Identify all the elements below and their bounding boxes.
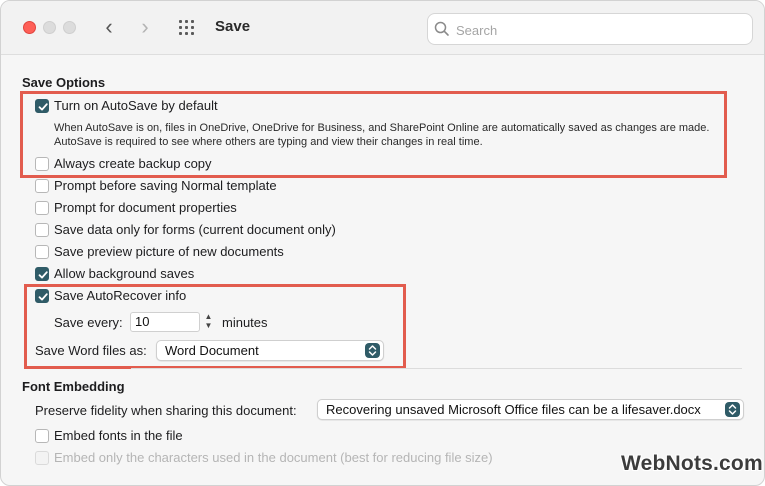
save-every-stepper[interactable]: ▲ ▼ xyxy=(202,312,215,332)
font-embedding-heading: Font Embedding xyxy=(22,379,125,394)
embed-only-used-checkbox xyxy=(35,451,49,465)
prompt-properties-label: Prompt for document properties xyxy=(54,200,237,215)
search-field[interactable] xyxy=(427,13,753,45)
forms-data-label: Save data only for forms (current docume… xyxy=(54,222,336,237)
minutes-label: minutes xyxy=(222,315,268,330)
backup-copy-checkbox[interactable] xyxy=(35,157,49,171)
show-all-grid-icon[interactable] xyxy=(179,20,197,38)
forward-arrow-icon[interactable]: › xyxy=(134,15,156,41)
embed-fonts-checkbox[interactable] xyxy=(35,429,49,443)
fidelity-document-value: Recovering unsaved Microsoft Office file… xyxy=(326,402,701,417)
background-saves-label: Allow background saves xyxy=(54,266,195,281)
backup-copy-label: Always create backup copy xyxy=(54,156,212,171)
section-divider xyxy=(131,368,742,369)
checkmark-icon xyxy=(38,293,48,301)
save-every-input[interactable]: 10 xyxy=(130,312,200,332)
autorecover-checkbox[interactable] xyxy=(35,289,49,303)
prompt-normal-template-checkbox[interactable] xyxy=(35,179,49,193)
save-options-heading: Save Options xyxy=(22,75,106,90)
autorecover-label: Save AutoRecover info xyxy=(54,288,187,303)
autosave-label: Turn on AutoSave by default xyxy=(54,98,218,113)
save-format-label: Save Word files as: xyxy=(35,343,147,358)
embed-fonts-label: Embed fonts in the file xyxy=(54,428,183,443)
checkmark-icon xyxy=(38,103,48,111)
stepper-down-icon[interactable]: ▼ xyxy=(202,321,215,330)
search-icon xyxy=(434,21,449,36)
save-every-label: Save every: xyxy=(54,315,123,330)
fidelity-label: Preserve fidelity when sharing this docu… xyxy=(35,403,297,418)
zoom-window-button[interactable] xyxy=(63,21,76,34)
webnots-watermark: WebNots.com xyxy=(621,452,763,475)
prompt-properties-checkbox[interactable] xyxy=(35,201,49,215)
autosave-description: When AutoSave is on, files in OneDrive, … xyxy=(54,122,710,148)
preferences-window: ‹ › Save Save Options Turn on AutoSave b… xyxy=(0,0,765,486)
stepper-up-icon[interactable]: ▲ xyxy=(202,312,215,321)
back-arrow-icon[interactable]: ‹ xyxy=(98,15,120,41)
preview-picture-checkbox[interactable] xyxy=(35,245,49,259)
close-window-button[interactable] xyxy=(23,21,36,34)
checkmark-icon xyxy=(38,271,48,279)
toolbar: ‹ › Save xyxy=(1,1,764,55)
window-title: Save xyxy=(215,18,251,35)
save-format-popup[interactable]: Word Document xyxy=(156,340,384,361)
popup-arrows-icon xyxy=(725,402,740,417)
background-saves-checkbox[interactable] xyxy=(35,267,49,281)
forms-data-checkbox[interactable] xyxy=(35,223,49,237)
minimize-window-button[interactable] xyxy=(43,21,56,34)
prompt-normal-template-label: Prompt before saving Normal template xyxy=(54,178,277,193)
preview-picture-label: Save preview picture of new documents xyxy=(54,244,284,259)
fidelity-document-popup[interactable]: Recovering unsaved Microsoft Office file… xyxy=(317,399,744,420)
save-format-value: Word Document xyxy=(165,343,259,358)
autosave-checkbox[interactable] xyxy=(35,99,49,113)
popup-arrows-icon xyxy=(365,343,380,358)
search-input[interactable] xyxy=(454,19,744,41)
embed-only-used-label: Embed only the characters used in the do… xyxy=(54,450,493,465)
